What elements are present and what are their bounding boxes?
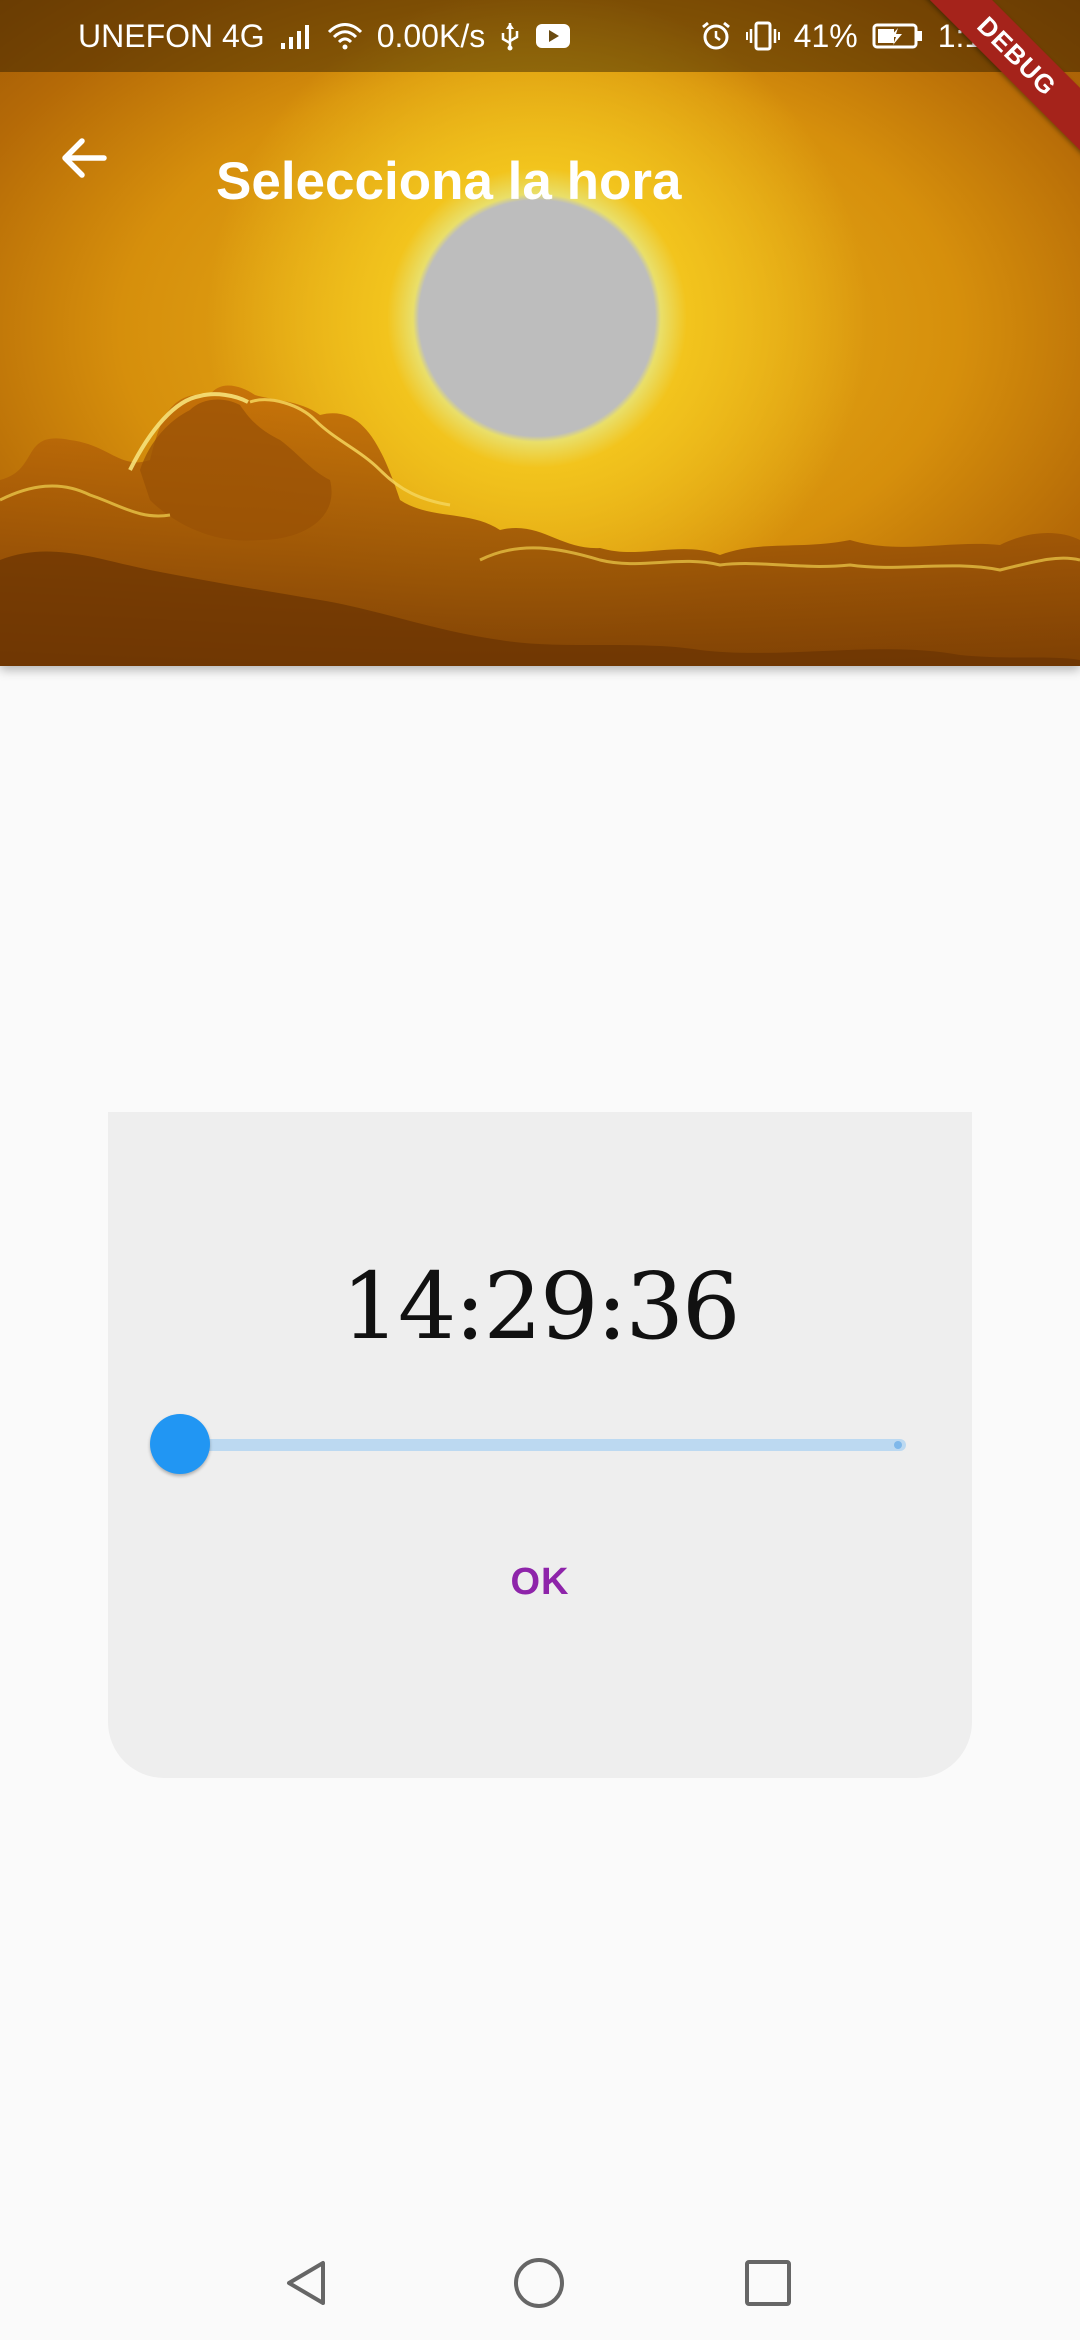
usb-icon (499, 21, 521, 51)
battery-percent-label: 41% (793, 17, 858, 54)
status-left: UNEFON 4G 0.00K/s (78, 18, 571, 55)
ok-button[interactable]: OK (460, 1542, 620, 1622)
header-sunset-image: UNEFON 4G 0.00K/s 41% DEBUG Selecciona l… (0, 0, 1080, 666)
slider-end-marker (894, 1441, 902, 1449)
nav-back-button[interactable] (272, 2248, 342, 2318)
app-bar: Selecciona la hora (0, 72, 1080, 296)
wifi-icon (327, 22, 363, 50)
carrier-label: UNEFON 4G (78, 17, 265, 54)
page-title: Selecciona la hora (216, 152, 682, 211)
back-button[interactable] (40, 114, 128, 202)
home-circle-icon (514, 2258, 564, 2308)
battery-charging-icon (872, 22, 924, 50)
time-picker-card: 14:29:36 OK (108, 1112, 972, 1778)
time-slider[interactable] (150, 1412, 930, 1476)
arrow-back-icon (62, 138, 107, 178)
clock-display: 14:29:36 (341, 1253, 740, 1360)
recents-square-icon (745, 2260, 791, 2306)
alarm-icon (700, 20, 732, 52)
slider-thumb[interactable] (150, 1414, 210, 1474)
slider-track[interactable] (180, 1439, 906, 1451)
net-speed-label: 0.00K/s (376, 17, 486, 54)
vibrate-icon (745, 20, 780, 52)
nav-recents-button[interactable] (733, 2248, 803, 2318)
navigation-bar (0, 2226, 1080, 2340)
youtube-icon (535, 23, 571, 49)
back-triangle-icon (287, 2261, 325, 2305)
status-bar: UNEFON 4G 0.00K/s 41% (0, 0, 1080, 72)
signal-icon (279, 23, 313, 49)
nav-home-button[interactable] (504, 2248, 574, 2318)
